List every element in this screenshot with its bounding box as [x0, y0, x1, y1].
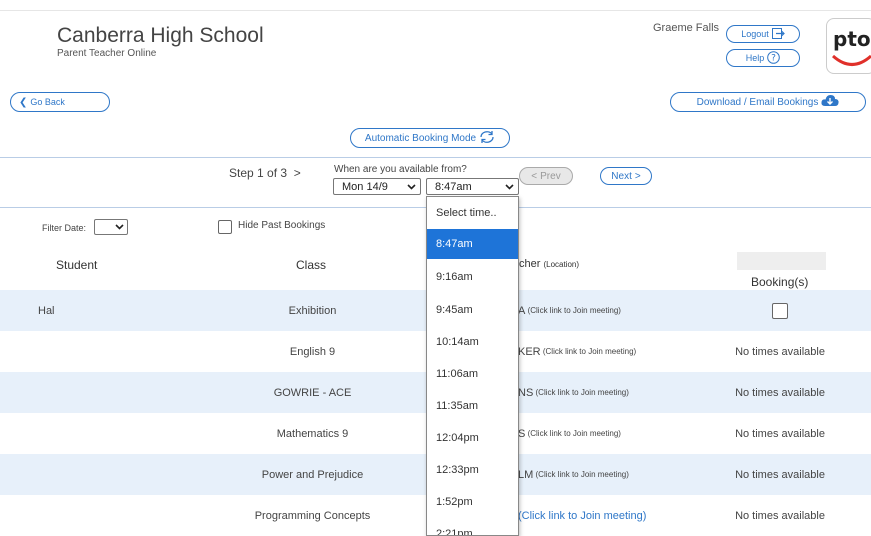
- school-name: Canberra High School: [57, 24, 264, 47]
- student-cell: Hal: [38, 304, 55, 317]
- filter-date-select[interactable]: [94, 219, 128, 235]
- prev-label: Prev: [540, 170, 561, 182]
- download-bookings-button[interactable]: Download / Email Bookings: [670, 92, 866, 112]
- class-cell: English 9: [289, 345, 336, 358]
- class-cell: GOWRIE - ACE: [273, 386, 352, 399]
- help-label: Help: [745, 53, 765, 63]
- column-header-teacher: cher (Location): [519, 258, 579, 270]
- class-cell: Programming Concepts: [254, 509, 371, 522]
- teacher-name: A: [518, 304, 526, 317]
- logout-button[interactable]: Logout: [726, 25, 800, 43]
- class-cell: Power and Prejudice: [261, 468, 364, 481]
- time-option[interactable]: Select time..: [427, 197, 518, 229]
- teacher-cell: LM (Click link to Join meeting): [518, 454, 629, 495]
- prev-button[interactable]: < Prev: [519, 167, 573, 185]
- pto-logo: pto: [826, 18, 871, 74]
- next-button[interactable]: Next >: [600, 167, 652, 185]
- teacher-name: KER: [518, 345, 541, 358]
- time-dropdown-list: Select time.. 8:47am 9:16am 9:45am 10:14…: [426, 196, 519, 536]
- time-option[interactable]: 2:21pm: [427, 519, 518, 535]
- top-divider: [0, 10, 871, 11]
- divider: [0, 157, 871, 158]
- go-back-label: Go Back: [30, 97, 65, 107]
- booking-cell: [720, 290, 840, 331]
- automatic-booking-mode-button[interactable]: Automatic Booking Mode: [350, 128, 510, 148]
- availability-label: When are you available from?: [334, 164, 467, 175]
- hide-past-bookings-checkbox[interactable]: [218, 220, 232, 234]
- app-subtitle: Parent Teacher Online: [57, 48, 157, 59]
- teacher-cell: NS (Click link to Join meeting): [518, 372, 629, 413]
- auto-booking-label: Automatic Booking Mode: [364, 132, 477, 144]
- teacher-name: LM: [518, 468, 534, 481]
- teacher-name: S: [518, 427, 526, 440]
- chevron-left-icon: ❮: [19, 96, 28, 108]
- question-icon: ?: [767, 50, 781, 66]
- column-header-class: Class: [296, 258, 327, 272]
- teacher-header-location: (Location): [543, 260, 580, 269]
- filter-date-label: Filter Date:: [42, 223, 87, 233]
- column-header-booking: Booking(s): [751, 275, 809, 289]
- chevron-right-icon: >: [290, 166, 301, 180]
- hide-past-bookings-label: Hide Past Bookings: [238, 220, 326, 231]
- step-label: Step 1 of 3: [229, 166, 288, 180]
- chevron-down-icon: [115, 221, 124, 233]
- column-header-student: Student: [56, 258, 98, 272]
- logout-label: Logout: [741, 29, 769, 39]
- cloud-download-icon: [821, 94, 839, 110]
- pto-logo-text: pto: [833, 27, 871, 51]
- booking-header-box: [737, 252, 826, 270]
- teacher-header-text: cher: [519, 258, 541, 270]
- time-option[interactable]: 10:14am: [427, 327, 518, 357]
- time-option[interactable]: 1:52pm: [427, 487, 518, 517]
- step-indicator: Step 1 of 3 >: [229, 166, 301, 180]
- time-select[interactable]: 8:47am: [426, 178, 519, 195]
- booking-status: No times available: [735, 345, 825, 358]
- time-option[interactable]: 9:16am: [427, 262, 518, 292]
- booking-status: No times available: [735, 427, 825, 440]
- go-back-button[interactable]: ❮ Go Back: [10, 92, 110, 112]
- booking-status: No times available: [735, 386, 825, 399]
- teacher-name: NS: [518, 386, 534, 399]
- time-option[interactable]: 11:06am: [427, 359, 518, 389]
- chevron-left-icon: <: [531, 170, 538, 182]
- chevron-down-icon: [407, 181, 416, 193]
- join-meeting-link[interactable]: (Click link to Join meeting): [536, 470, 629, 479]
- download-label: Download / Email Bookings: [696, 96, 819, 108]
- booking-status: No times available: [735, 509, 825, 522]
- chevron-right-icon: >: [634, 170, 641, 182]
- time-option[interactable]: 11:35am: [427, 391, 518, 421]
- day-select-value: Mon 14/9: [342, 180, 388, 193]
- logout-icon: [771, 27, 785, 41]
- time-option[interactable]: 9:45am: [427, 295, 518, 325]
- join-meeting-link[interactable]: (Click link to Join meeting): [543, 347, 636, 356]
- day-select[interactable]: Mon 14/9: [333, 178, 421, 195]
- time-option-selected[interactable]: 8:47am: [427, 229, 518, 259]
- svg-text:?: ?: [771, 53, 776, 63]
- teacher-cell: KER (Click link to Join meeting): [518, 331, 636, 372]
- class-cell: Exhibition: [288, 304, 337, 317]
- next-label: Next: [611, 170, 632, 182]
- refresh-icon: [479, 130, 495, 147]
- help-button[interactable]: Help ?: [726, 49, 800, 67]
- teacher-cell: A (Click link to Join meeting): [518, 290, 621, 331]
- user-name: Graeme Falls: [653, 22, 720, 34]
- smile-icon: [832, 54, 871, 66]
- join-meeting-link[interactable]: (Click link to Join meeting): [518, 510, 646, 522]
- chevron-down-icon: [505, 181, 514, 193]
- time-option[interactable]: 12:33pm: [427, 455, 518, 485]
- time-select-value: 8:47am: [435, 180, 472, 193]
- booking-status: No times available: [735, 468, 825, 481]
- join-meeting-link[interactable]: (Click link to Join meeting): [528, 429, 621, 438]
- join-meeting-link[interactable]: (Click link to Join meeting): [536, 388, 629, 397]
- teacher-cell: S (Click link to Join meeting): [518, 413, 621, 454]
- time-option[interactable]: 12:04pm: [427, 423, 518, 453]
- booking-checkbox[interactable]: [772, 302, 788, 319]
- class-cell: Mathematics 9: [276, 427, 349, 440]
- join-meeting-link[interactable]: (Click link to Join meeting): [528, 306, 621, 315]
- teacher-cell: (Click link to Join meeting): [518, 495, 646, 536]
